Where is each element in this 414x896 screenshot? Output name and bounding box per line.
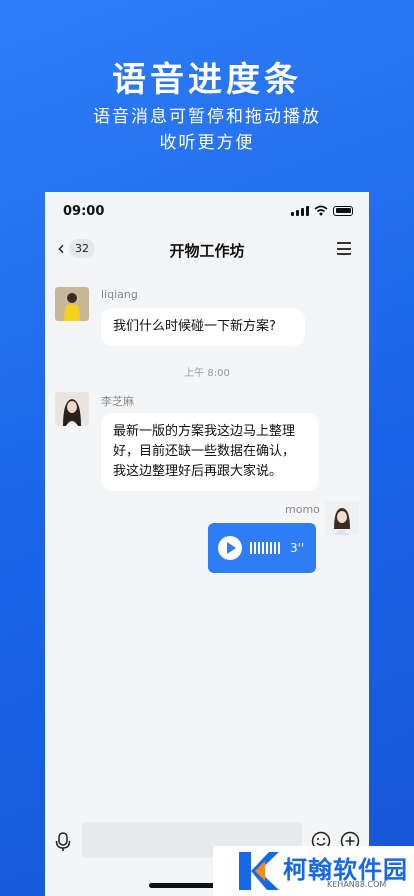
waveform-icon	[250, 542, 280, 554]
battery-icon	[333, 205, 353, 216]
chat-title: 开物工作坊	[169, 242, 245, 260]
signal-icon	[291, 205, 309, 216]
watermark-logo-icon	[239, 852, 279, 890]
phone-screen: 09:00 ‹ 32 开物工作坊 liqiang 我们什么时候碰一下新方案? 上…	[45, 192, 369, 896]
message-bubble[interactable]: 最新一版的方案我这边马上整理 好，目前还缺一些数据在确认， 我这边整理好后再跟大…	[101, 413, 319, 491]
avatar-lizhima[interactable]	[55, 392, 89, 426]
watermark: 柯翰软件园 KEHAN88.COM	[213, 846, 414, 896]
promo-title: 语音进度条	[112, 60, 302, 100]
message-timestamp: 上午 8:00	[184, 368, 230, 379]
voice-duration: 3''	[290, 541, 305, 555]
avatar-liqiang[interactable]	[55, 287, 89, 321]
voice-message[interactable]: 3''	[208, 523, 316, 573]
message-bubble[interactable]: 我们什么时候碰一下新方案?	[101, 308, 305, 346]
watermark-url: KEHAN88.COM	[327, 880, 387, 889]
avatar-momo[interactable]	[325, 501, 359, 535]
microphone-icon[interactable]	[55, 832, 71, 852]
status-time: 09:00	[63, 204, 105, 219]
system-icons	[291, 205, 353, 216]
message-line: 最新一版的方案我这边马上整理	[113, 424, 296, 439]
sender-name: 李芝麻	[101, 395, 134, 408]
sender-name: liqiang	[101, 288, 138, 301]
menu-icon[interactable]	[337, 242, 351, 259]
play-icon[interactable]	[218, 536, 242, 560]
message-line: 好，目前还缺一些数据在确认，	[113, 444, 296, 459]
promo-subtitle-line2: 收听更方便	[159, 133, 255, 153]
sender-name: momo	[285, 503, 320, 516]
top-bar: 09:00 ‹ 32 开物工作坊	[45, 192, 369, 280]
promo-subtitle-line1: 语音消息可暂停和拖动播放	[93, 107, 321, 127]
message-line: 我这边整理好后再跟大家说。	[113, 464, 283, 479]
promo-subtitle: 语音消息可暂停和拖动播放 收听更方便	[0, 104, 414, 156]
wifi-icon	[314, 205, 328, 216]
